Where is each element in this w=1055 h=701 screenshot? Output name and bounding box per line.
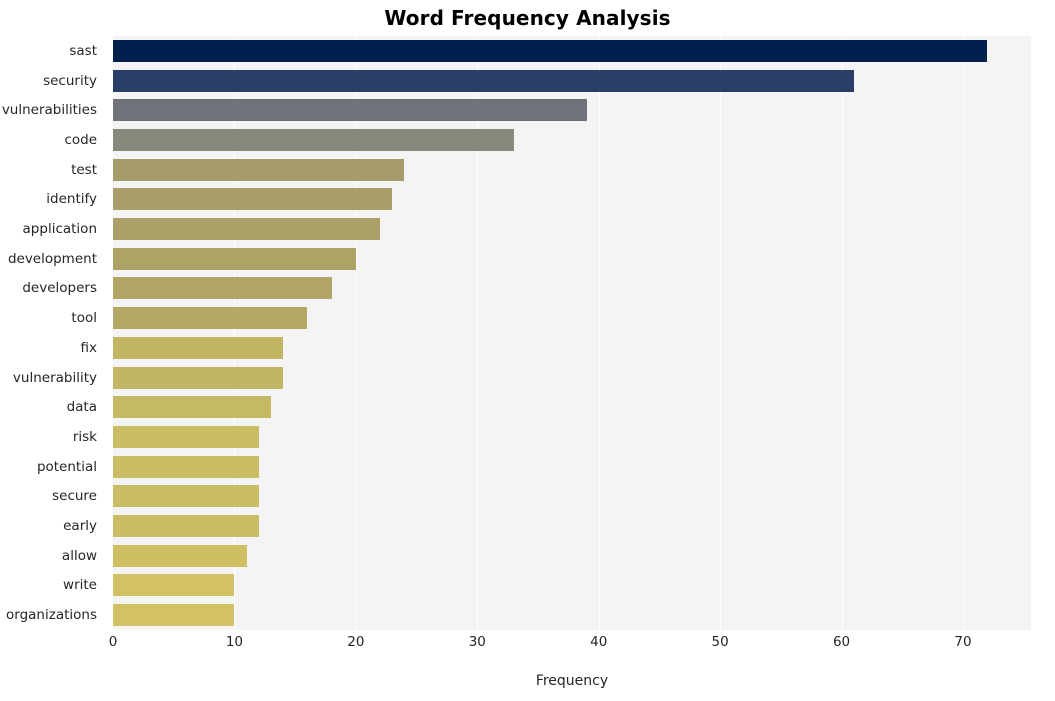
- bar: [113, 158, 405, 181]
- bar: [113, 485, 259, 508]
- y-axis-tick-label: secure: [52, 488, 97, 505]
- x-axis-tick-label: 0: [108, 634, 118, 650]
- bar: [113, 247, 356, 270]
- gridline: [598, 36, 600, 630]
- x-axis-tick-label: 10: [225, 634, 244, 650]
- y-axis-tick-label: vulnerability: [12, 369, 97, 386]
- y-axis-tick-label: sast: [69, 42, 97, 59]
- x-axis-tick-label: 40: [590, 634, 608, 650]
- bar: [113, 455, 259, 478]
- bar: [113, 425, 259, 448]
- y-axis-tick-label: allow: [61, 547, 97, 564]
- bar: [113, 604, 235, 627]
- bar: [113, 69, 854, 92]
- x-axis-label: Frequency: [535, 673, 609, 689]
- y-axis-tick-label: development: [7, 250, 97, 267]
- x-axis-tick-label: 70: [954, 634, 972, 650]
- x-axis-tick-labels: 0 10 20 30 40 50 60 70: [109, 634, 1031, 658]
- y-axis-tick-label: fix: [80, 339, 98, 356]
- y-axis-tick-label: tool: [71, 310, 97, 327]
- y-axis-tick-label: organizations: [6, 607, 97, 624]
- y-axis-tick-label: test: [71, 161, 97, 178]
- word-frequency-chart-figure: Word Frequency Analysis sast security vuln…: [0, 0, 1055, 701]
- gridline: [720, 36, 722, 630]
- y-axis-tick-label: code: [64, 131, 97, 148]
- bar: [113, 336, 283, 359]
- bar: [113, 574, 235, 597]
- x-axis-tick-label: 60: [832, 634, 851, 650]
- y-axis-tick-label: early: [63, 518, 97, 535]
- y-axis-tick-label: vulnerabilities: [1, 102, 97, 119]
- bar: [113, 128, 514, 151]
- gridline: [234, 36, 236, 630]
- y-axis-tick-label: risk: [72, 428, 97, 445]
- bar: [113, 396, 271, 419]
- x-axis-tick-label: 30: [468, 634, 486, 650]
- x-axis-tick-label: 50: [711, 634, 729, 650]
- y-axis-tick-label: security: [43, 72, 97, 89]
- bar: [113, 218, 381, 241]
- bar: [113, 39, 988, 62]
- gridline: [841, 36, 843, 630]
- x-axis-tick-label: 20: [347, 634, 365, 650]
- bar: [113, 277, 332, 300]
- bar: [113, 99, 587, 122]
- bar: [113, 515, 259, 538]
- y-axis-tick-label: developers: [22, 280, 97, 297]
- gridline: [477, 36, 479, 630]
- gridline: [963, 36, 964, 630]
- bar: [113, 307, 308, 330]
- gridline: [355, 36, 357, 630]
- y-axis-tick-labels: sast security vulnerabilities code test ident…: [0, 36, 105, 630]
- y-axis-tick-label: identify: [46, 191, 97, 208]
- bar: [113, 544, 247, 567]
- y-axis-tick-label: potential: [36, 458, 97, 475]
- y-axis-tick-label: write: [63, 577, 97, 594]
- bar: [113, 366, 283, 389]
- bar: [113, 188, 393, 211]
- y-axis-tick-label: data: [66, 399, 97, 416]
- page-title: Word Frequency Analysis: [384, 6, 671, 30]
- plot-area: [113, 36, 1031, 630]
- y-axis-tick-label: application: [22, 221, 97, 238]
